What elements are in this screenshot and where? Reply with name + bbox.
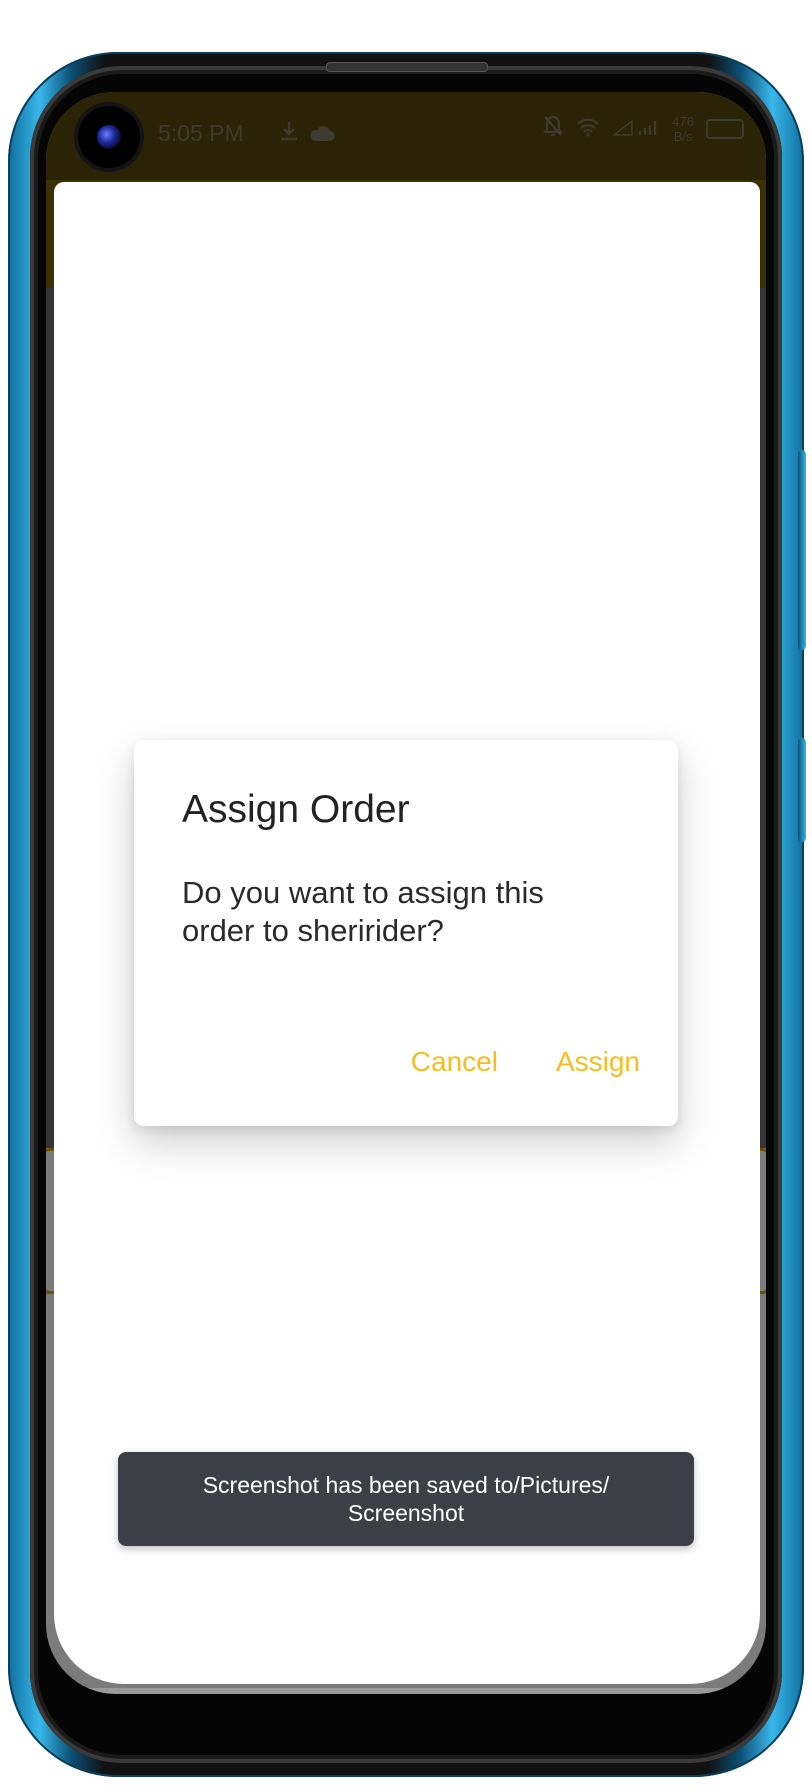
network-speed-unit: B/s bbox=[673, 129, 693, 144]
status-bar: 5:05 PM 476 B/s bbox=[46, 92, 766, 180]
assign-order-dialog: Assign Order Do you want to assign this … bbox=[134, 740, 678, 1126]
battery-icon bbox=[706, 119, 744, 139]
screenshot-saved-toast: Screenshot has been saved to/Pictures/ S… bbox=[118, 1452, 694, 1546]
navigation-bar-edge bbox=[46, 1688, 766, 1694]
front-camera bbox=[78, 106, 140, 168]
dialog-actions: Cancel Assign bbox=[411, 1046, 640, 1078]
mute-bell-icon bbox=[542, 114, 564, 144]
wifi-icon bbox=[576, 116, 600, 143]
signal-icon bbox=[612, 116, 660, 143]
network-speed: 476 B/s bbox=[672, 114, 694, 144]
dialog-title: Assign Order bbox=[182, 788, 410, 831]
dialog-message: Do you want to assign this order to sher… bbox=[182, 875, 544, 948]
volume-button bbox=[798, 450, 806, 650]
status-time: 5:05 PM bbox=[158, 120, 244, 146]
download-icon bbox=[278, 120, 300, 148]
network-speed-value: 476 bbox=[672, 114, 694, 129]
status-icons: 476 B/s bbox=[542, 114, 744, 144]
assign-button[interactable]: Assign bbox=[556, 1046, 640, 1078]
earpiece-speaker bbox=[326, 62, 488, 72]
toast-message: Screenshot has been saved to/Pictures/ S… bbox=[202, 1472, 610, 1526]
cloud-icon bbox=[308, 122, 336, 149]
cancel-button[interactable]: Cancel bbox=[411, 1046, 498, 1078]
device-stage: 5:05 PM 476 B/s Assign Order Do you want… bbox=[0, 0, 812, 1788]
power-button bbox=[798, 738, 806, 842]
